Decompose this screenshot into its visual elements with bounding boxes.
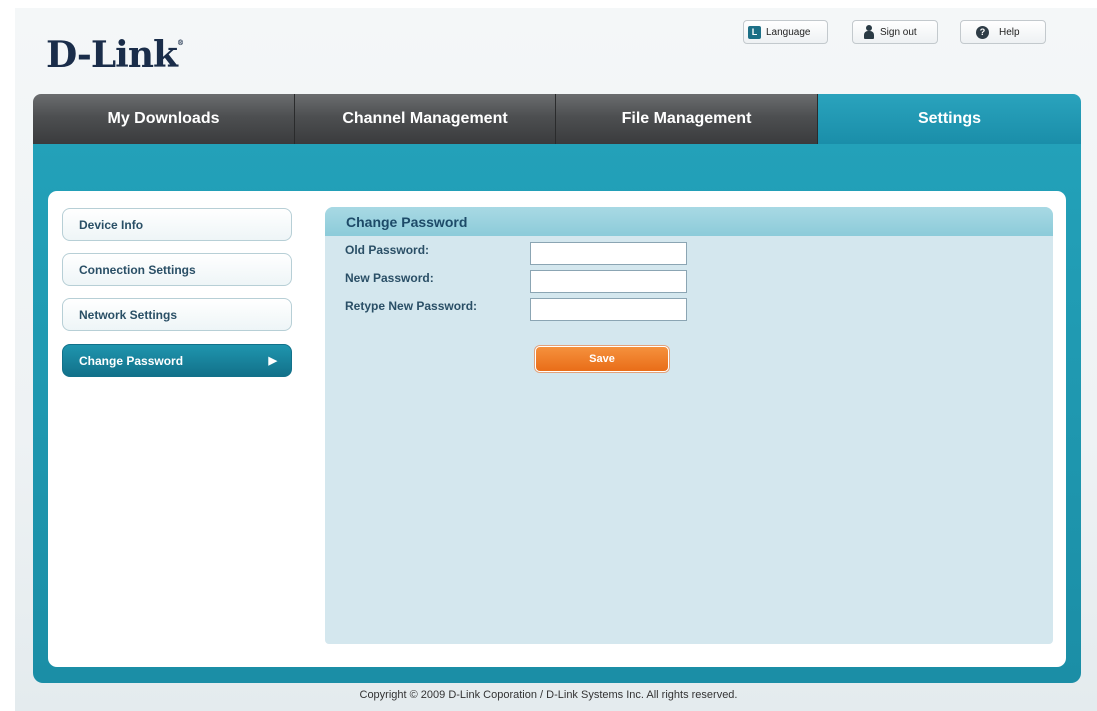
sidebar-item-network-settings[interactable]: Network Settings — [62, 298, 292, 331]
language-label: Language — [766, 26, 811, 38]
help-button[interactable]: ? Help — [960, 20, 1046, 44]
play-arrow-icon: ▶ — [268, 355, 277, 367]
sidebar-item-connection-settings[interactable]: Connection Settings — [62, 253, 292, 286]
retype-password-field[interactable] — [530, 298, 687, 321]
main-tabs: My Downloads Channel Management File Man… — [33, 94, 1081, 144]
old-password-label: Old Password: — [345, 243, 430, 257]
user-icon — [863, 24, 875, 40]
tab-channel-management[interactable]: Channel Management — [295, 94, 556, 144]
new-password-label: New Password: — [345, 271, 434, 285]
change-password-section — [325, 207, 1053, 644]
sidebar-item-device-info[interactable]: Device Info — [62, 208, 292, 241]
footer-copyright: Copyright © 2009 D-Link Coporation / D-L… — [359, 689, 738, 701]
sidebar-item-label: Device Info — [79, 217, 144, 232]
sidebar-item-label: Network Settings — [79, 307, 178, 322]
new-password-field[interactable] — [530, 270, 687, 293]
sign-out-button[interactable]: Sign out — [852, 20, 938, 44]
retype-password-label: Retype New Password: — [345, 299, 478, 313]
sidebar-item-change-password[interactable]: Change Password ▶ — [62, 344, 292, 377]
section-title: Change Password — [325, 207, 1053, 236]
sign-out-label: Sign out — [880, 26, 917, 38]
tab-my-downloads[interactable]: My Downloads — [33, 94, 295, 144]
sidebar-item-label: Change Password — [79, 353, 184, 368]
language-button[interactable]: L Language — [743, 20, 828, 44]
tab-file-management[interactable]: File Management — [556, 94, 818, 144]
sidebar-item-label: Connection Settings — [79, 262, 196, 277]
registered-mark: ® — [176, 38, 184, 47]
language-icon: L — [748, 25, 761, 39]
help-icon: ? — [976, 25, 989, 39]
tab-settings[interactable]: Settings — [818, 94, 1081, 144]
dlink-logo: D-Link® — [46, 34, 184, 76]
logo-text: D-Link — [46, 34, 178, 76]
help-label: Help — [999, 26, 1020, 38]
save-button[interactable]: Save — [535, 346, 669, 372]
old-password-field[interactable] — [530, 242, 687, 265]
